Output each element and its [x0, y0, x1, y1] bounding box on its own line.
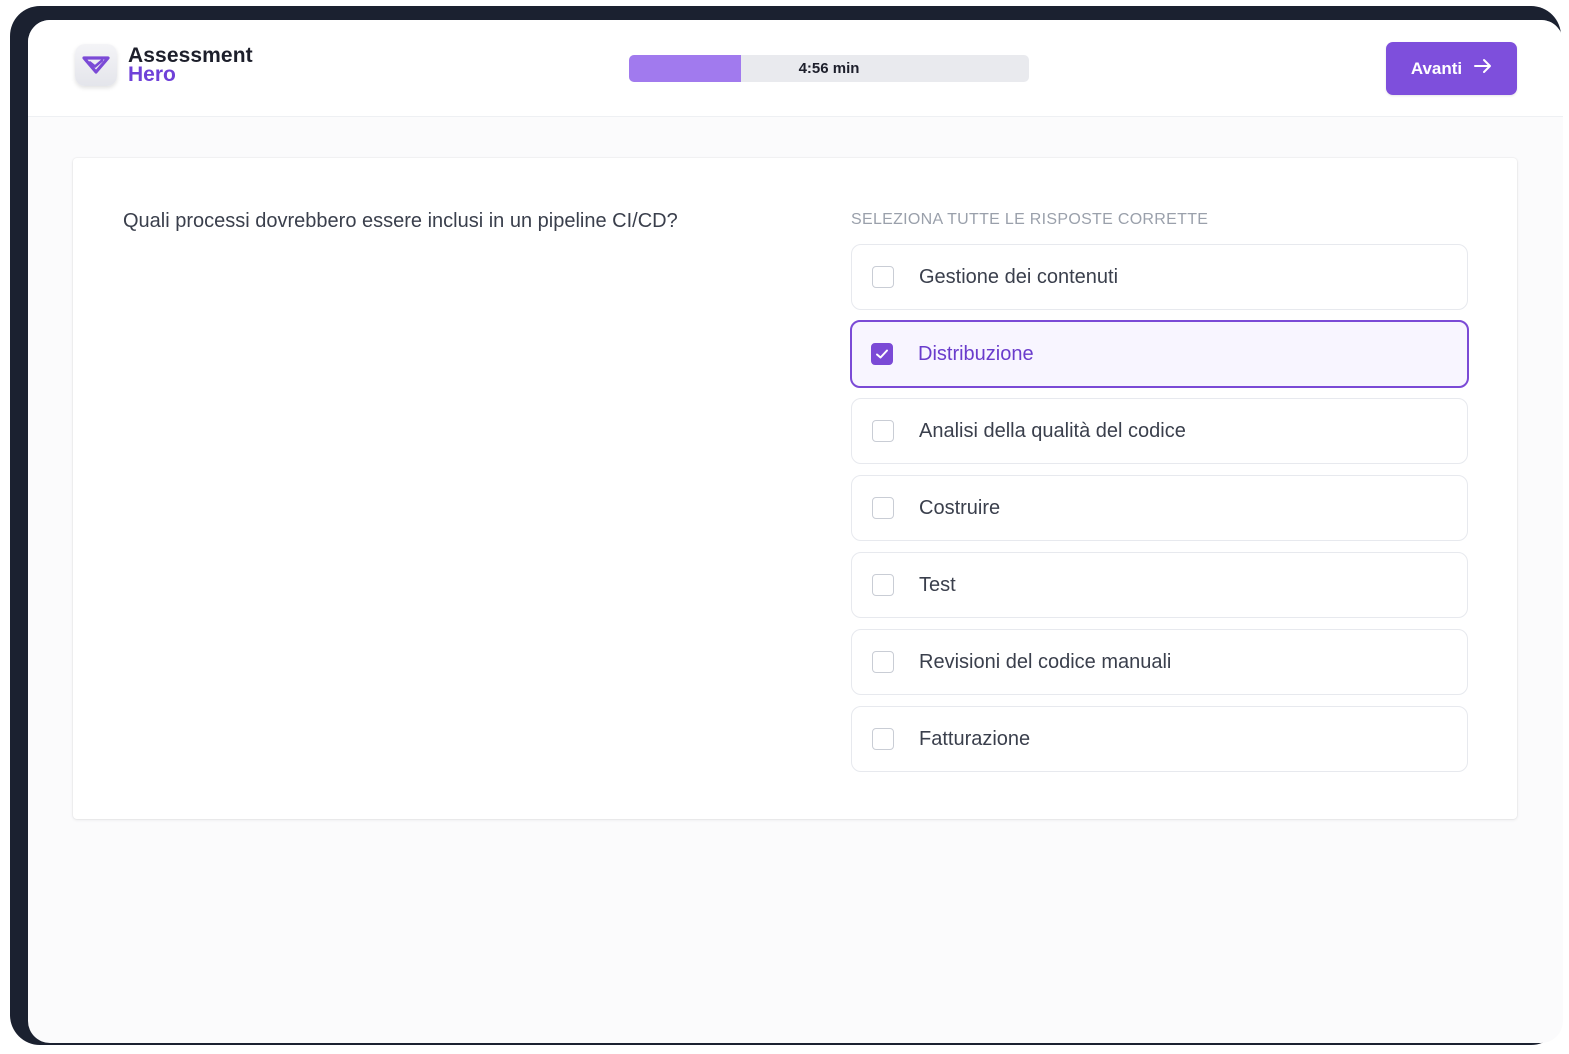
checkmark-icon — [876, 349, 888, 359]
answer-option-label: Fatturazione — [919, 727, 1031, 750]
brand-name-line2: Hero — [128, 63, 176, 86]
answer-checkbox[interactable] — [872, 651, 894, 673]
timer-progress-bar: 4:56 min — [629, 55, 1029, 82]
app-screen: Assessment Hero 4:56 min Avanti Quali pr… — [28, 20, 1563, 1043]
arrow-right-icon — [1474, 58, 1492, 79]
next-button[interactable]: Avanti — [1386, 42, 1517, 95]
answer-checkbox[interactable] — [872, 420, 894, 442]
answer-option[interactable]: Fatturazione — [851, 706, 1468, 772]
brand-name: Assessment Hero — [128, 45, 253, 86]
logo-badge-icon — [75, 44, 117, 86]
top-bar: Assessment Hero 4:56 min Avanti — [28, 20, 1563, 117]
answer-option-label: Test — [919, 573, 956, 596]
answer-option[interactable]: Gestione dei contenuti — [851, 244, 1468, 310]
answer-checkbox[interactable] — [872, 728, 894, 750]
answer-checkbox[interactable] — [872, 266, 894, 288]
answer-options-list: Gestione dei contenuti Distribuzione Anali… — [850, 244, 1469, 783]
brand-logo: Assessment Hero — [75, 44, 253, 86]
question-card: Quali processi dovrebbero essere inclusi… — [73, 158, 1517, 819]
answer-option-label: Gestione dei contenuti — [919, 265, 1119, 288]
answer-option[interactable]: Costruire — [851, 475, 1468, 541]
answer-instruction: SELEZIONA TUTTE LE RISPOSTE CORRETTE — [851, 211, 1209, 228]
device-frame: Assessment Hero 4:56 min Avanti Quali pr… — [10, 6, 1563, 1045]
answer-option-label: Analisi della qualità del codice — [919, 419, 1186, 442]
answer-option[interactable]: Revisioni del codice manuali — [851, 629, 1468, 695]
answer-option-label: Costruire — [919, 496, 1001, 519]
timer-label: 4:56 min — [798, 60, 860, 77]
next-button-label: Avanti — [1410, 58, 1463, 78]
answer-option[interactable]: Distribuzione — [850, 320, 1469, 388]
answer-checkbox[interactable] — [871, 343, 893, 365]
answer-checkbox[interactable] — [872, 574, 894, 596]
answer-option[interactable]: Analisi della qualità del codice — [851, 398, 1468, 464]
answer-option[interactable]: Test — [851, 552, 1468, 618]
answer-option-label: Revisioni del codice manuali — [919, 650, 1172, 673]
answer-option-label: Distribuzione — [918, 342, 1034, 365]
answer-checkbox[interactable] — [872, 497, 894, 519]
question-text: Quali processi dovrebbero essere inclusi… — [123, 210, 678, 232]
